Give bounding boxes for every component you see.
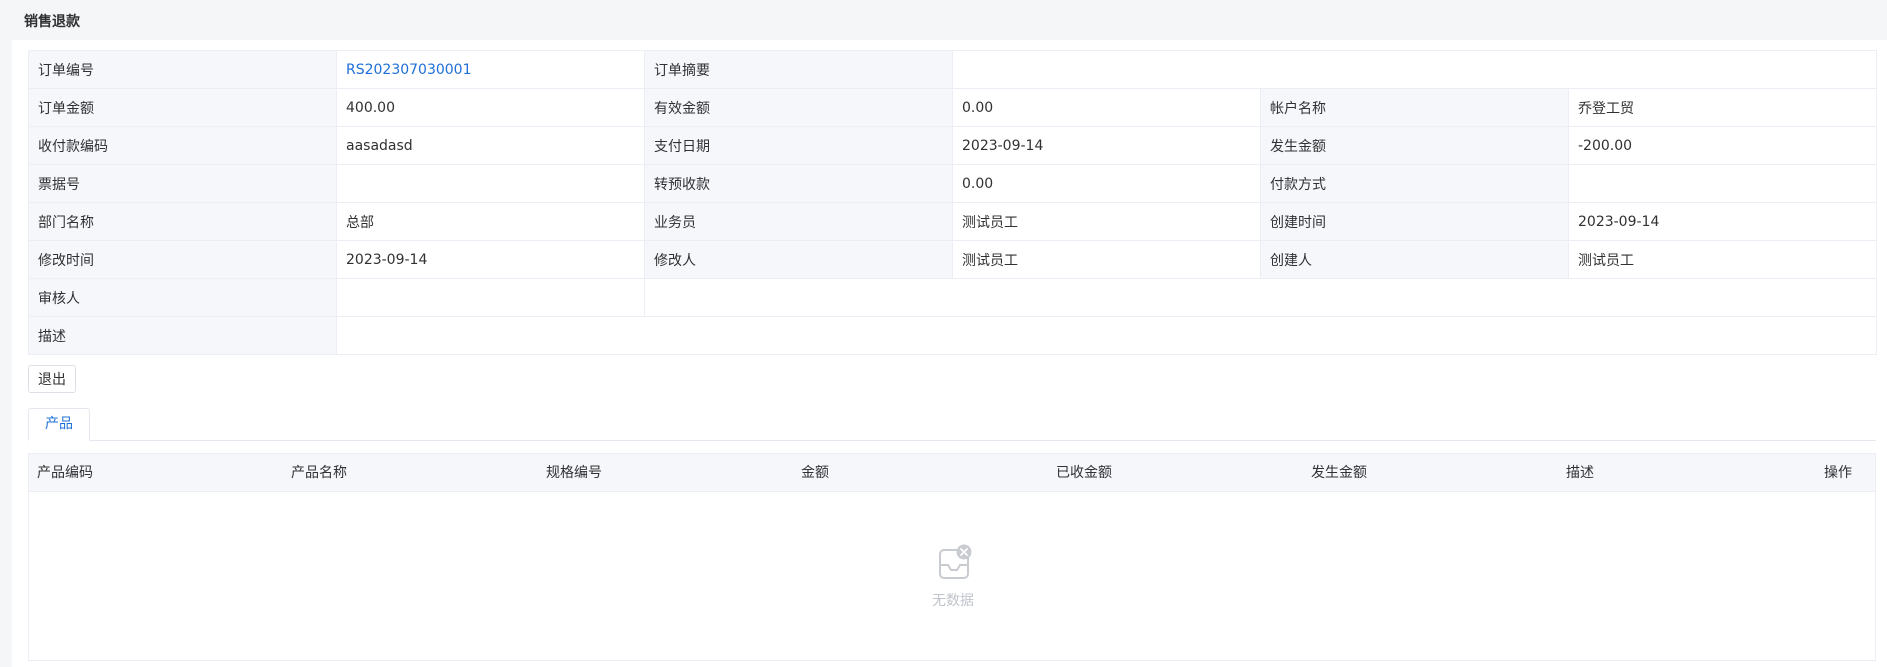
column-header-product-name: 产品名称 [291, 465, 347, 481]
column-header-occurred-amount: 发生金额 [1311, 465, 1367, 481]
column-header-amount: 金额 [801, 465, 829, 481]
order-amount-value: 400.00 [336, 88, 645, 127]
payment-date-value: 2023-09-14 [952, 126, 1261, 165]
page-title: 销售退款 [24, 14, 80, 30]
detail-row: 收付款编码 aasadasd 支付日期 2023-09-14 发生金额 -200… [28, 126, 1878, 165]
column-header-product-code: 产品编码 [37, 465, 93, 481]
modifier-label: 修改人 [644, 240, 953, 279]
product-table-header: 产品编码 产品名称 规格编号 金额 已收金额 发生金额 描述 操作 [29, 454, 1875, 492]
description-label: 描述 [28, 316, 337, 355]
detail-row: 审核人 [28, 278, 1878, 317]
order-detail-table: 订单编号 RS202307030001 订单摘要 订单金额 400.00 有效金… [28, 50, 1878, 355]
department-label: 部门名称 [28, 202, 337, 241]
tab-bar: 产品 [28, 408, 1876, 441]
created-time-label: 创建时间 [1260, 202, 1569, 241]
occurred-amount-value: -200.00 [1567, 126, 1878, 165]
detail-row: 描述 [28, 316, 1878, 355]
creator-label: 创建人 [1260, 240, 1569, 279]
creator-value: 测试员工 [1567, 240, 1878, 279]
order-summary-value [951, 50, 1878, 89]
account-name-value: 乔登工贸 [1567, 88, 1878, 127]
valid-amount-value: 0.00 [952, 88, 1261, 127]
detail-row: 订单编号 RS202307030001 订单摘要 [28, 50, 1878, 89]
reviewer-filler [643, 278, 1878, 317]
modified-time-value: 2023-09-14 [336, 240, 645, 279]
valid-amount-label: 有效金额 [644, 88, 953, 127]
tab-products[interactable]: 产品 [28, 408, 90, 441]
salesperson-value: 测试员工 [952, 202, 1261, 241]
salesperson-label: 业务员 [644, 202, 953, 241]
occurred-amount-label: 发生金额 [1260, 126, 1569, 165]
column-header-actions: 操作 [1824, 465, 1852, 481]
column-header-received-amount: 已收金额 [1056, 465, 1112, 481]
order-no-label: 订单编号 [28, 50, 337, 89]
reviewer-label: 审核人 [28, 278, 337, 317]
detail-row: 订单金额 400.00 有效金额 0.00 帐户名称 乔登工贸 [28, 88, 1878, 127]
detail-row: 部门名称 总部 业务员 测试员工 创建时间 2023-09-14 [28, 202, 1878, 241]
order-summary-label: 订单摘要 [644, 50, 953, 89]
column-header-description: 描述 [1566, 465, 1594, 481]
exit-button[interactable]: 退出 [28, 365, 76, 393]
empty-text: 无数据 [932, 593, 974, 609]
account-name-label: 帐户名称 [1260, 88, 1569, 127]
empty-inbox-icon [939, 544, 972, 579]
modified-time-label: 修改时间 [28, 240, 337, 279]
detail-row: 票据号 转预收款 0.00 付款方式 [28, 164, 1878, 203]
transfer-prepaid-value: 0.00 [952, 164, 1261, 203]
order-no-link[interactable]: RS202307030001 [336, 50, 645, 89]
transfer-prepaid-label: 转预收款 [644, 164, 953, 203]
detail-card: 订单编号 RS202307030001 订单摘要 订单金额 400.00 有效金… [12, 40, 1887, 667]
reviewer-value [336, 278, 645, 317]
modifier-value: 测试员工 [952, 240, 1261, 279]
department-value: 总部 [336, 202, 645, 241]
detail-row: 修改时间 2023-09-14 修改人 测试员工 创建人 测试员工 [28, 240, 1878, 279]
bill-no-label: 票据号 [28, 164, 337, 203]
created-time-value: 2023-09-14 [1567, 202, 1878, 241]
payment-method-label: 付款方式 [1260, 164, 1569, 203]
payment-method-value [1567, 164, 1878, 203]
description-value [335, 316, 1878, 355]
payment-code-label: 收付款编码 [28, 126, 337, 165]
payment-date-label: 支付日期 [644, 126, 953, 165]
bill-no-value [336, 164, 645, 203]
product-table: 产品编码 产品名称 规格编号 金额 已收金额 发生金额 描述 操作 无数据 [28, 453, 1876, 661]
column-header-spec-no: 规格编号 [546, 465, 602, 481]
empty-state: 无数据 [29, 492, 1875, 660]
payment-code-value: aasadasd [336, 126, 645, 165]
order-amount-label: 订单金额 [28, 88, 337, 127]
